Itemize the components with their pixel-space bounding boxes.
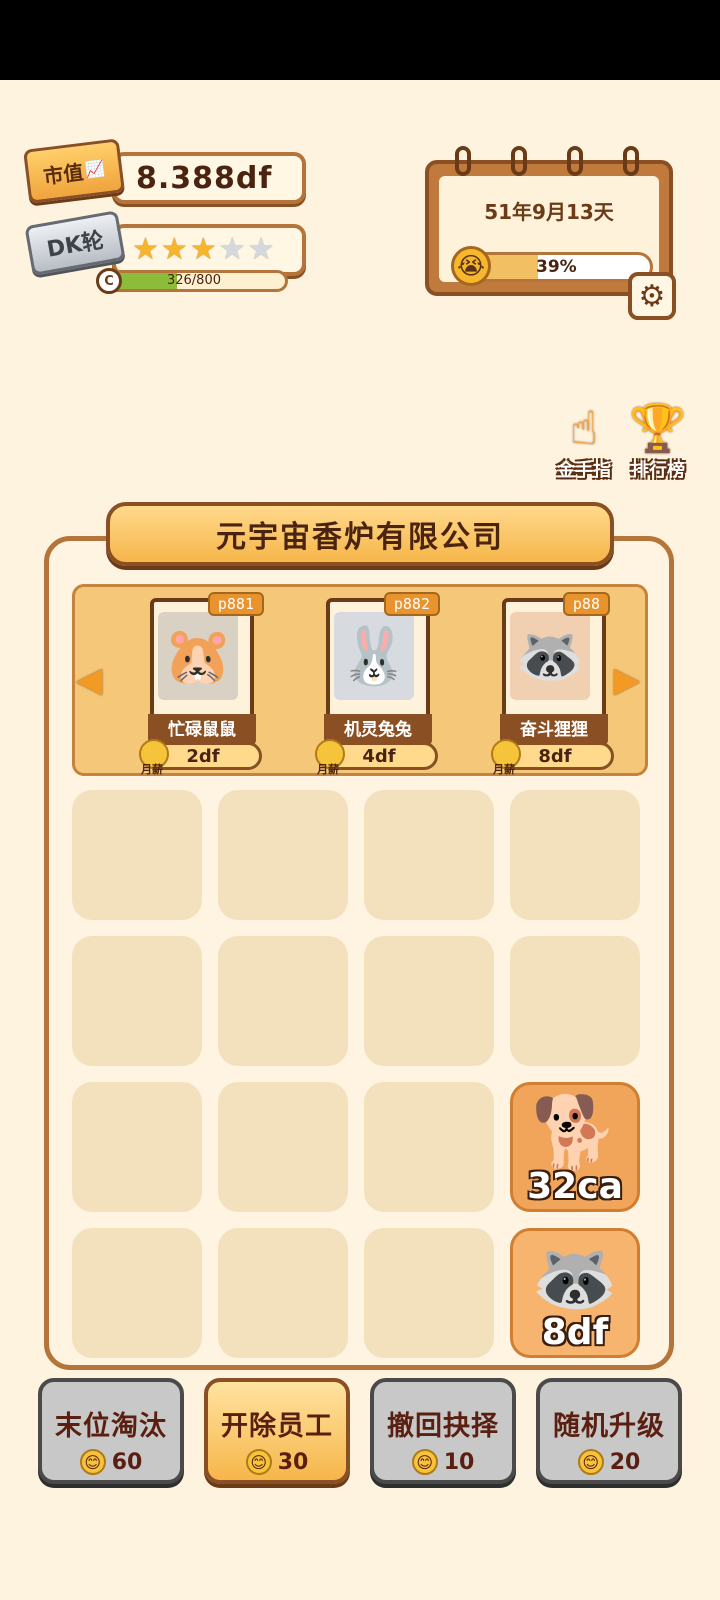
grid-cell[interactable] — [364, 1228, 494, 1358]
card-code: p881 — [207, 592, 264, 616]
card-code: p882 — [383, 592, 440, 616]
pointing-hand-icon: ☝ — [569, 401, 598, 455]
salary-tag: 月薪 2df — [139, 739, 262, 776]
salary-tag: 月薪 8df — [491, 739, 614, 776]
grid-cell[interactable] — [218, 1082, 348, 1212]
employee-level: 32ca — [527, 1166, 623, 1207]
roster-card[interactable]: 🐹 p881 忙碌鼠鼠 — [148, 592, 264, 746]
star-icon: ★ — [189, 232, 217, 267]
grid-cell[interactable] — [72, 1228, 202, 1358]
action-cost: 😊 60 — [42, 1449, 180, 1475]
action-cost-value: 10 — [443, 1449, 475, 1475]
action-cost-value: 60 — [111, 1449, 143, 1475]
merge-grid: 🐕 32ca 🦝 8df — [72, 790, 648, 1358]
calendar-rings — [455, 146, 639, 176]
golden-finger-label: 金手指 — [557, 460, 611, 481]
smile-coin-icon: 😊 — [577, 1449, 604, 1475]
rank-label: DK轮 — [45, 228, 106, 263]
undo-choice-button[interactable]: 撤回抉择 😊 10 — [370, 1378, 516, 1484]
ring-icon — [511, 146, 527, 176]
mood-percent: 39% — [536, 257, 577, 277]
action-cost: 😊 20 — [540, 1449, 678, 1475]
star-icon: ★ — [218, 232, 246, 267]
roster-next-arrow[interactable]: ▶ — [614, 660, 640, 700]
eliminate-last-button[interactable]: 末位淘汰 😊 60 — [38, 1378, 184, 1484]
star-icon: ★ — [160, 232, 188, 267]
market-value: 8.388df — [136, 161, 273, 196]
salary-value: 4df — [362, 746, 396, 767]
smile-coin-icon: 😊 — [245, 1449, 272, 1475]
calendar-page: 51年9月13天 39% 😭 — [439, 176, 659, 286]
red-panda-icon: 🦝 — [531, 1237, 619, 1319]
rising-chart-icon: 📈 — [83, 157, 106, 180]
star-icon: ★ — [247, 232, 275, 267]
grid-cell[interactable] — [218, 936, 348, 1066]
grid-cell[interactable] — [218, 790, 348, 920]
fire-employee-button[interactable]: 开除员工 😊 30 — [204, 1378, 350, 1484]
grid-cell[interactable] — [72, 1082, 202, 1212]
grid-cell[interactable] — [218, 1228, 348, 1358]
gear-icon: ⚙ — [638, 278, 666, 314]
salary-value: 8df — [538, 746, 572, 767]
golden-finger-button[interactable]: ☝ 金手指 — [548, 400, 620, 482]
rank-stars: ★ ★ ★ ★ ★ — [132, 235, 275, 265]
market-value-tag: 市值 📈 — [23, 138, 125, 204]
salary-value: 2df — [186, 746, 220, 767]
grid-cell[interactable] — [510, 936, 640, 1066]
leaderboard-button[interactable]: 🏆 排行榜 — [622, 400, 694, 482]
grid-cell[interactable] — [364, 1082, 494, 1212]
leaderboard-label: 排行榜 — [631, 460, 685, 481]
grid-cell[interactable] — [72, 936, 202, 1066]
grid-cell[interactable] — [510, 790, 640, 920]
xp-progress-bar: 326/800 — [100, 270, 288, 292]
company-name: 元宇宙香炉有限公司 — [216, 520, 504, 555]
action-label: 开除员工 — [221, 1411, 333, 1442]
action-label: 随机升级 — [553, 1411, 665, 1442]
ring-icon — [455, 146, 471, 176]
mood-progress-bar: 39% — [463, 252, 653, 282]
rank-tag: DK轮 — [24, 210, 126, 276]
action-label: 末位淘汰 — [55, 1411, 167, 1442]
trophy-icon: 🏆 — [629, 401, 687, 455]
xp-progress-text: 326/800 — [166, 273, 221, 288]
shiba-dog-icon: 🐕 — [531, 1091, 619, 1173]
red-panda-icon: 🦝 — [510, 612, 590, 700]
market-value-panel: 8.388df — [112, 152, 306, 204]
random-upgrade-button[interactable]: 随机升级 😊 20 — [536, 1378, 682, 1484]
star-icon: ★ — [132, 232, 159, 267]
action-cost: 😊 30 — [208, 1449, 346, 1475]
settings-button[interactable]: ⚙ — [628, 272, 676, 320]
roster-card[interactable]: 🐰 p882 机灵兔兔 — [324, 592, 440, 746]
grid-cell-employee[interactable]: 🦝 8df — [510, 1228, 640, 1358]
action-cost-value: 30 — [277, 1449, 309, 1475]
grid-cell[interactable] — [364, 790, 494, 920]
grid-cell[interactable] — [72, 790, 202, 920]
salary-tag: 月薪 4df — [315, 739, 438, 776]
rank-panel: ★ ★ ★ ★ ★ — [112, 224, 306, 276]
action-cost: 😊 10 — [374, 1449, 512, 1475]
market-value-label: 市值 — [41, 159, 85, 189]
smile-coin-icon: 😊 — [79, 1449, 106, 1475]
card-code: p88 — [562, 592, 610, 616]
roster-card[interactable]: 🦝 p88 奋斗狸狸 — [500, 592, 610, 746]
action-cost-value: 20 — [609, 1449, 641, 1475]
grid-cell[interactable] — [364, 936, 494, 1066]
roster-prev-arrow[interactable]: ◀ — [76, 660, 102, 700]
hamster-icon: 🐹 — [158, 612, 238, 700]
status-bar — [0, 0, 720, 80]
rabbit-icon: 🐰 — [334, 612, 414, 700]
crying-face-icon: 😭 — [451, 246, 491, 286]
calendar-date: 51年9月13天 — [484, 200, 614, 224]
employee-level: 8df — [541, 1312, 609, 1353]
ring-icon — [567, 146, 583, 176]
company-title-banner: 元宇宙香炉有限公司 — [106, 502, 614, 566]
smile-coin-icon: 😊 — [411, 1449, 438, 1475]
xp-grade-badge: C — [96, 268, 122, 294]
ring-icon — [623, 146, 639, 176]
action-label: 撤回抉择 — [387, 1411, 499, 1442]
grid-cell-employee[interactable]: 🐕 32ca — [510, 1082, 640, 1212]
